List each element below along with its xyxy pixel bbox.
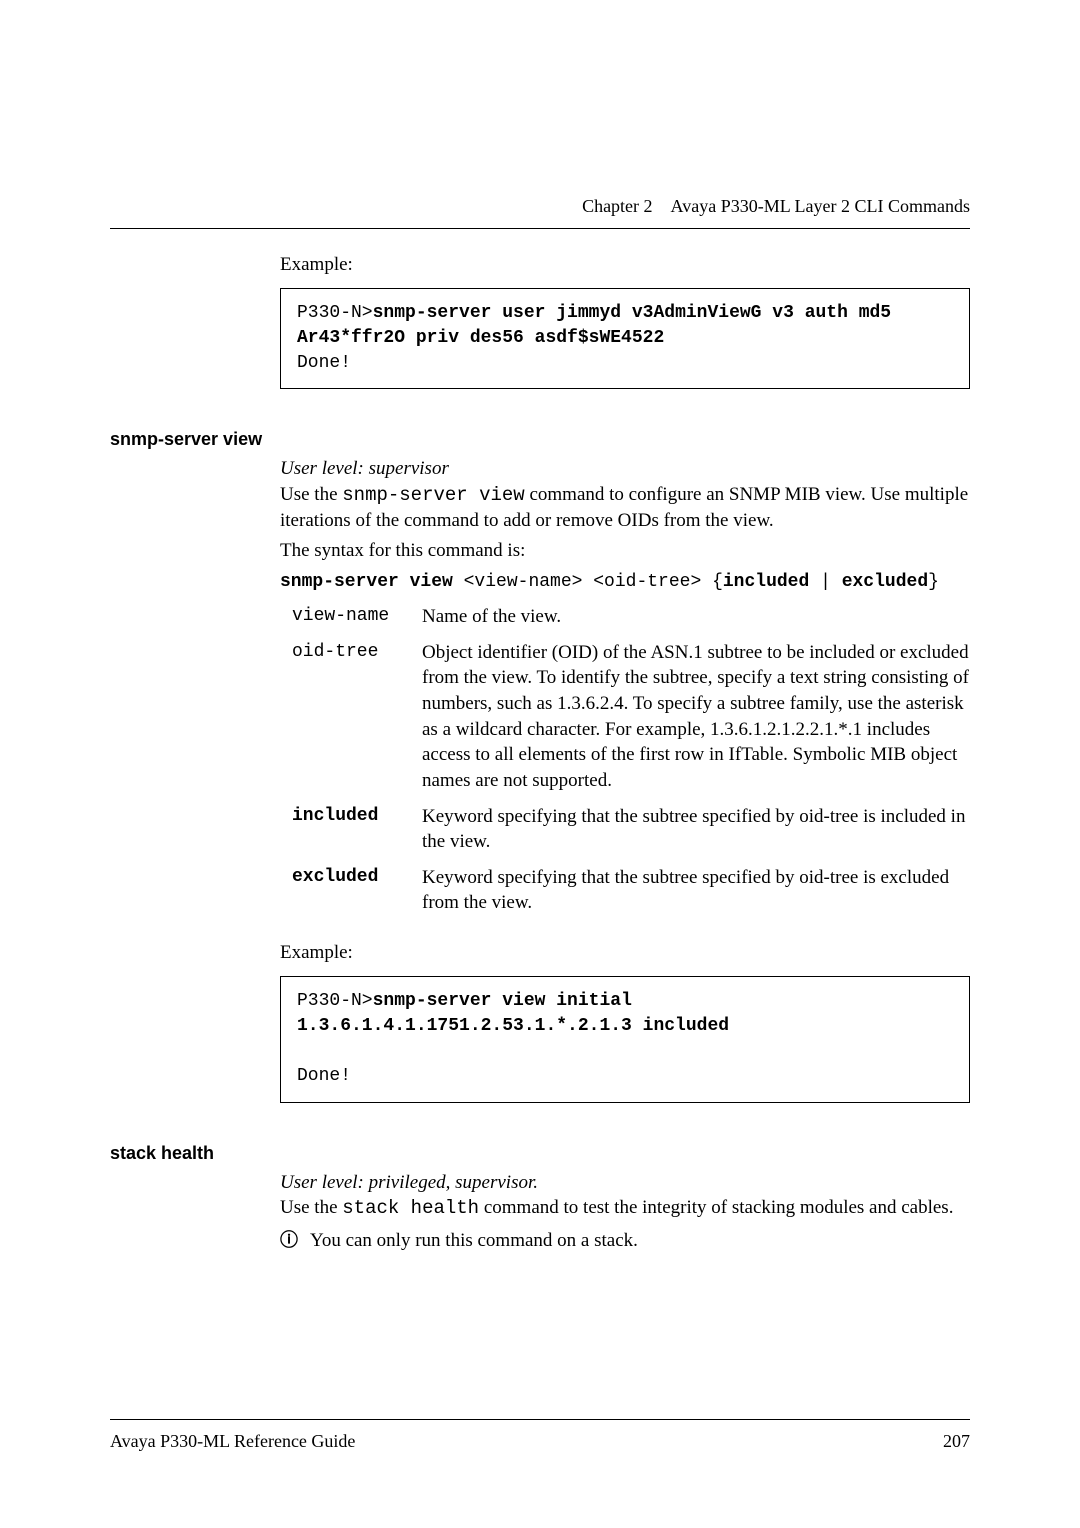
param-key: oid-tree (280, 640, 422, 664)
param-row: includedKeyword specifying that the subt… (280, 804, 970, 855)
example-label: Example: (280, 940, 970, 966)
param-row: oid-treeObject identifier (OID) of the A… (280, 640, 970, 794)
param-key: excluded (280, 865, 422, 889)
footer-rule (110, 1419, 970, 1420)
paragraph: Use the stack health command to test the… (280, 1195, 970, 1222)
param-desc: Keyword specifying that the subtree spec… (422, 865, 970, 916)
param-key: view-name (280, 604, 422, 628)
header-rule (110, 228, 970, 229)
example-label: Example: (280, 252, 970, 278)
syntax-line: snmp-server view <view-name> <oid-tree> … (280, 570, 970, 594)
paragraph: Use the snmp-server view command to conf… (280, 482, 970, 534)
code-command: snmp-server user jimmyd v3AdminViewG v3 … (297, 303, 902, 348)
param-desc: Keyword specifying that the subtree spec… (422, 804, 970, 855)
param-row: excludedKeyword specifying that the subt… (280, 865, 970, 916)
info-note: ⓘ You can only run this command on a sta… (280, 1228, 970, 1254)
chapter-title: Avaya P330-ML Layer 2 CLI Commands (671, 196, 970, 216)
header: Chapter 2 Avaya P330-ML Layer 2 CLI Comm… (582, 196, 970, 217)
note-text: You can only run this command on a stack… (310, 1228, 638, 1254)
param-key: included (280, 804, 422, 828)
code-example-1: P330-N>snmp-server user jimmyd v3AdminVi… (280, 288, 970, 390)
param-row: view-nameName of the view. (280, 604, 970, 630)
page-number: 207 (943, 1431, 970, 1452)
user-level: User level: supervisor (280, 456, 970, 482)
param-desc: Object identifier (OID) of the ASN.1 sub… (422, 640, 970, 794)
code-output: Done! (297, 1066, 351, 1086)
param-desc: Name of the view. (422, 604, 970, 630)
section-title-stack-health: stack health (110, 1143, 970, 1164)
code-prompt: P330-N> (297, 303, 373, 323)
code-prompt: P330-N> (297, 991, 373, 1011)
user-level: User level: privileged, supervisor. (280, 1170, 970, 1196)
footer-left: Avaya P330-ML Reference Guide (110, 1431, 355, 1452)
code-example-2: P330-N>snmp-server view initial 1.3.6.1.… (280, 976, 970, 1103)
code-output: Done! (297, 353, 351, 373)
paragraph: The syntax for this command is: (280, 538, 970, 564)
section-title-snmp-view: snmp-server view (110, 429, 970, 450)
info-icon: ⓘ (280, 1228, 310, 1252)
chapter-label: Chapter 2 (582, 196, 652, 216)
